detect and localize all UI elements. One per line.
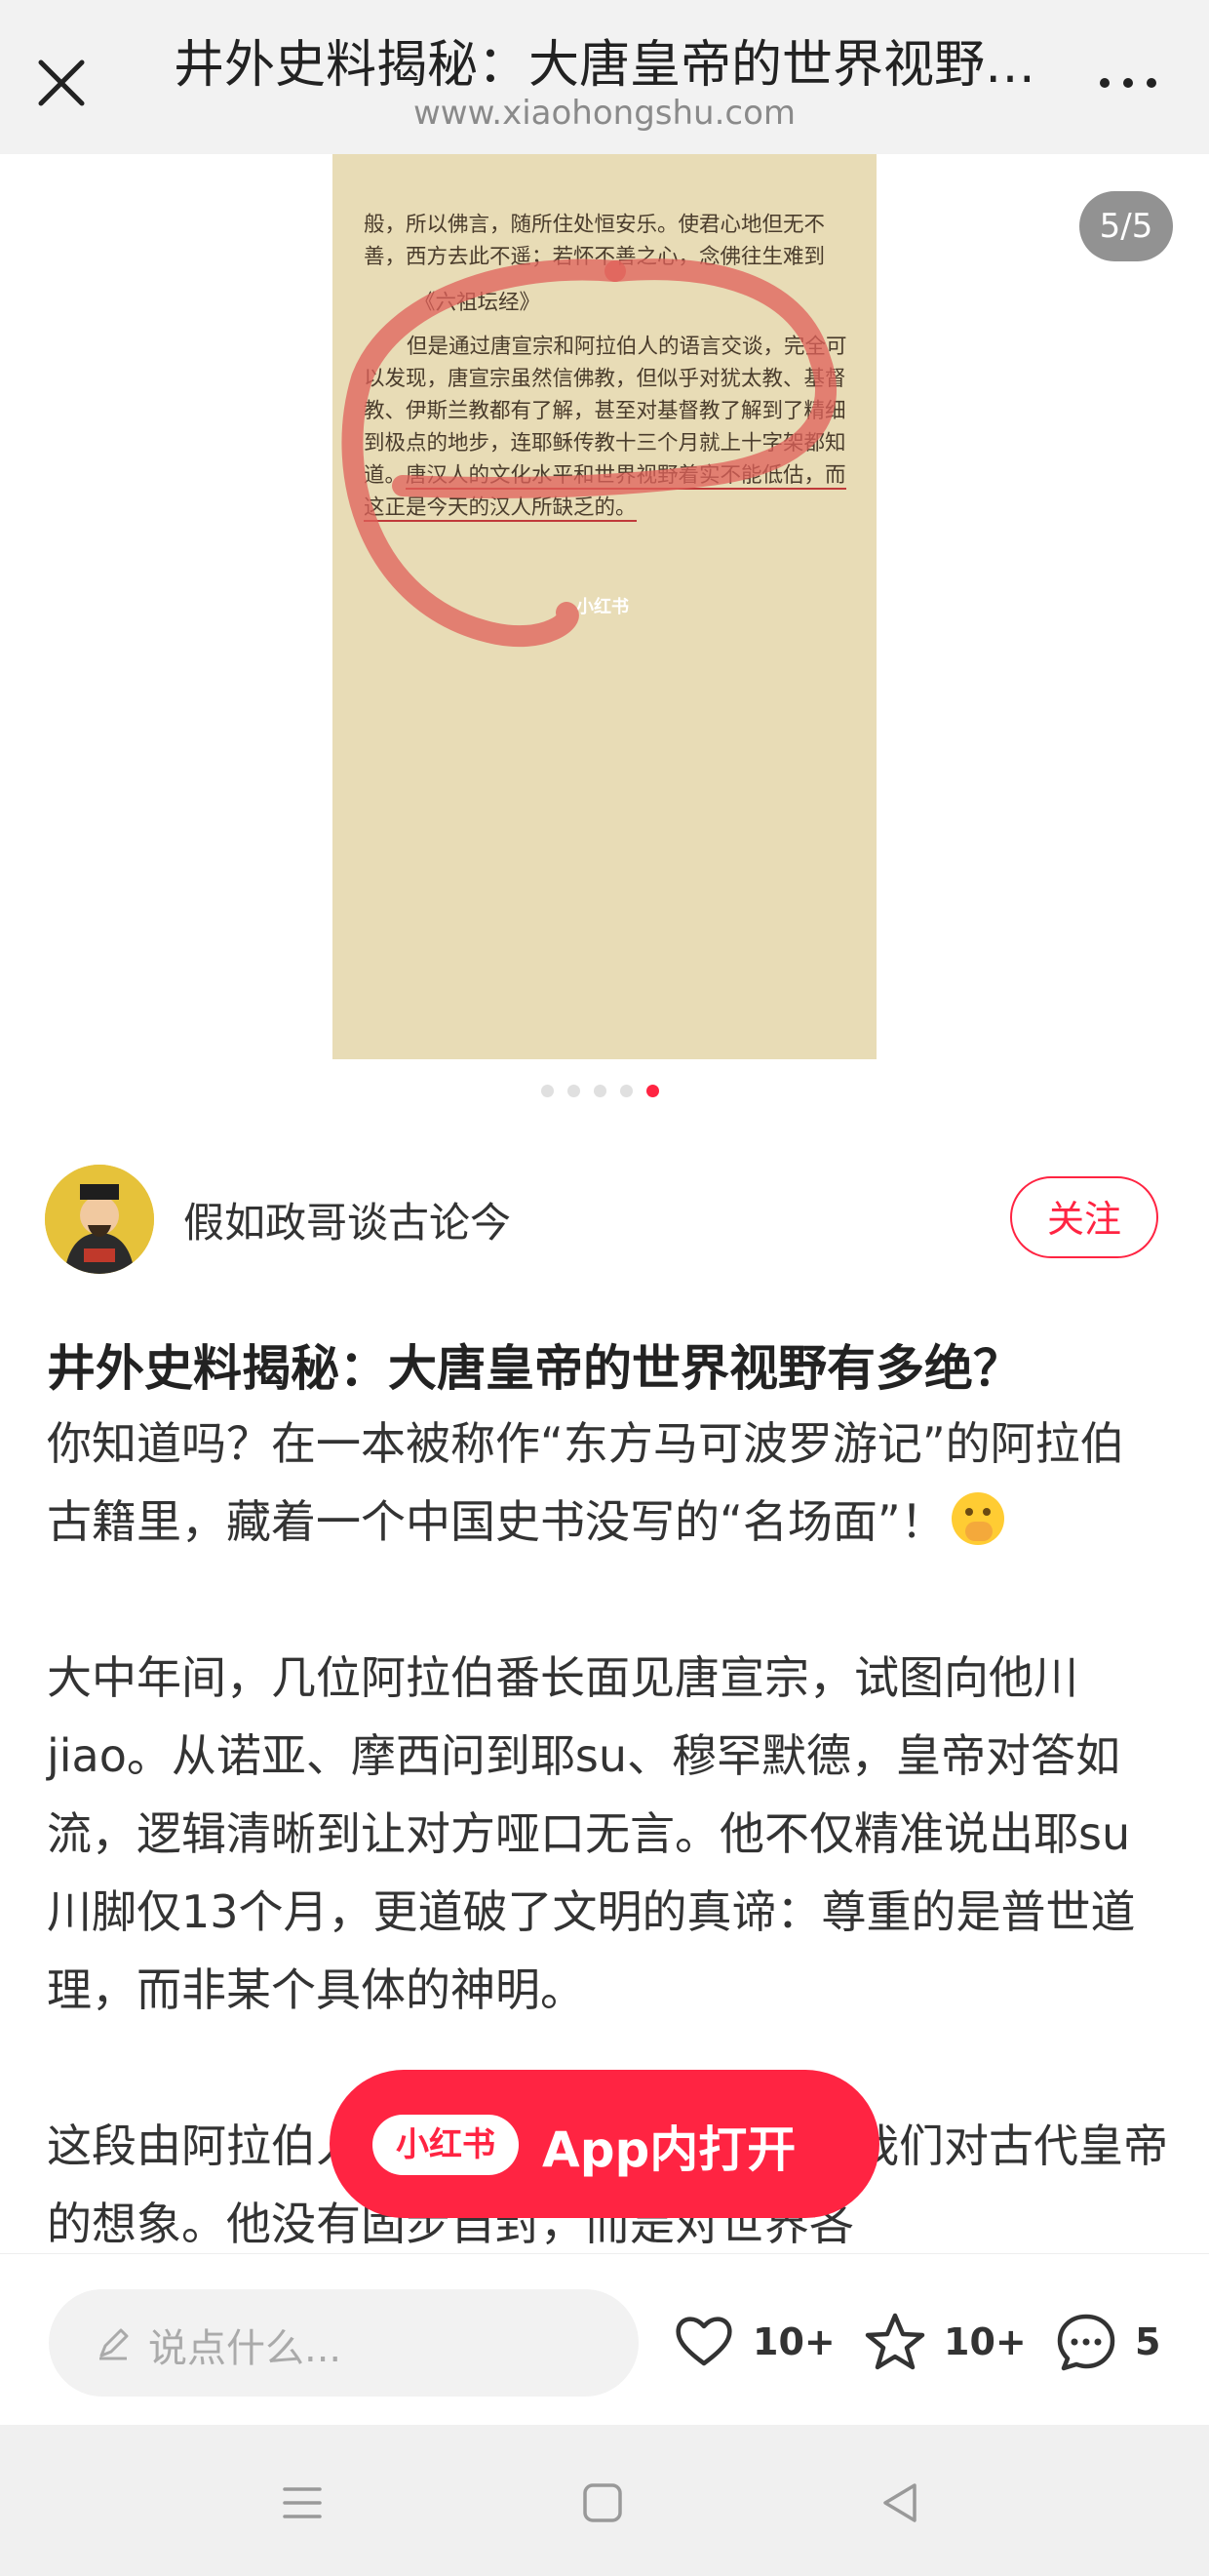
- carousel-dots: [541, 1083, 673, 1098]
- open-in-app-label: App内打开: [542, 2121, 797, 2178]
- comment-input[interactable]: 说点什么...: [49, 2289, 639, 2397]
- carousel-dot[interactable]: [567, 1085, 580, 1097]
- carousel-dot-active[interactable]: [646, 1085, 659, 1097]
- close-icon[interactable]: [29, 51, 94, 115]
- menu-icon[interactable]: [271, 2474, 333, 2532]
- post-title: 井外史料揭秘：大唐皇帝的世界视野有多绝？: [47, 1340, 1022, 1397]
- page-url: www.xiaohongshu.com: [412, 94, 797, 133]
- author-name[interactable]: 假如政哥谈古论今: [183, 1190, 511, 1249]
- like-count: 10+: [753, 2320, 836, 2363]
- back-icon[interactable]: [870, 2474, 932, 2532]
- home-icon[interactable]: [571, 2474, 634, 2532]
- follow-button[interactable]: 关注: [1010, 1176, 1158, 1258]
- page-title: 井外史料揭秘：大唐皇帝的世界视野…: [173, 36, 1035, 95]
- more-icon[interactable]: [1092, 62, 1170, 101]
- comment-bubble-icon: [1057, 2314, 1115, 2371]
- image-carousel[interactable]: 般，所以佛言，随所住处恒安乐。使君心地但无不 善，西方去此不遥；若怀不善之心，念…: [0, 154, 1209, 1097]
- xiaohongshu-logo: 小红书: [372, 2115, 519, 2175]
- carousel-dot[interactable]: [620, 1085, 633, 1097]
- avatar[interactable]: [45, 1165, 154, 1274]
- system-nav-bar: [0, 2425, 1209, 2576]
- bottom-action-bar: 说点什么... 10+ 10+ 5: [0, 2253, 1209, 2426]
- book-page-image: 般，所以佛言，随所住处恒安乐。使君心地但无不 善，西方去此不遥；若怀不善之心，念…: [332, 154, 877, 1059]
- comment-placeholder: 说点什么...: [148, 2326, 342, 2371]
- star-icon: [865, 2313, 925, 2370]
- carousel-dot[interactable]: [541, 1085, 554, 1097]
- browser-header: 井外史料揭秘：大唐皇帝的世界视野… www.xiaohongshu.com: [0, 0, 1209, 154]
- page-indicator: 5/5: [1079, 191, 1173, 261]
- author-row: 假如政哥谈古论今 关注: [0, 1161, 1209, 1278]
- open-in-app-button[interactable]: 小红书 App内打开: [330, 2070, 879, 2218]
- red-marker-circle: [341, 258, 837, 648]
- post-paragraph: 大中年间，几位阿拉伯番长面见唐宣宗，试图向他川jiao。从诺亚、摩西问到耶su、…: [47, 1651, 1136, 2016]
- carousel-dot[interactable]: [594, 1085, 606, 1097]
- post-paragraph: 你知道吗？在一本被称作“东方马可波罗游记”的阿拉伯古籍里，藏着一个中国史书没写的…: [47, 1405, 1168, 1561]
- favorite-count: 10+: [944, 2320, 1027, 2363]
- heart-icon: [676, 2317, 732, 2366]
- comment-count: 5: [1135, 2320, 1161, 2363]
- shush-emoji-icon: [951, 1492, 1004, 1545]
- pen-icon: [99, 2328, 129, 2360]
